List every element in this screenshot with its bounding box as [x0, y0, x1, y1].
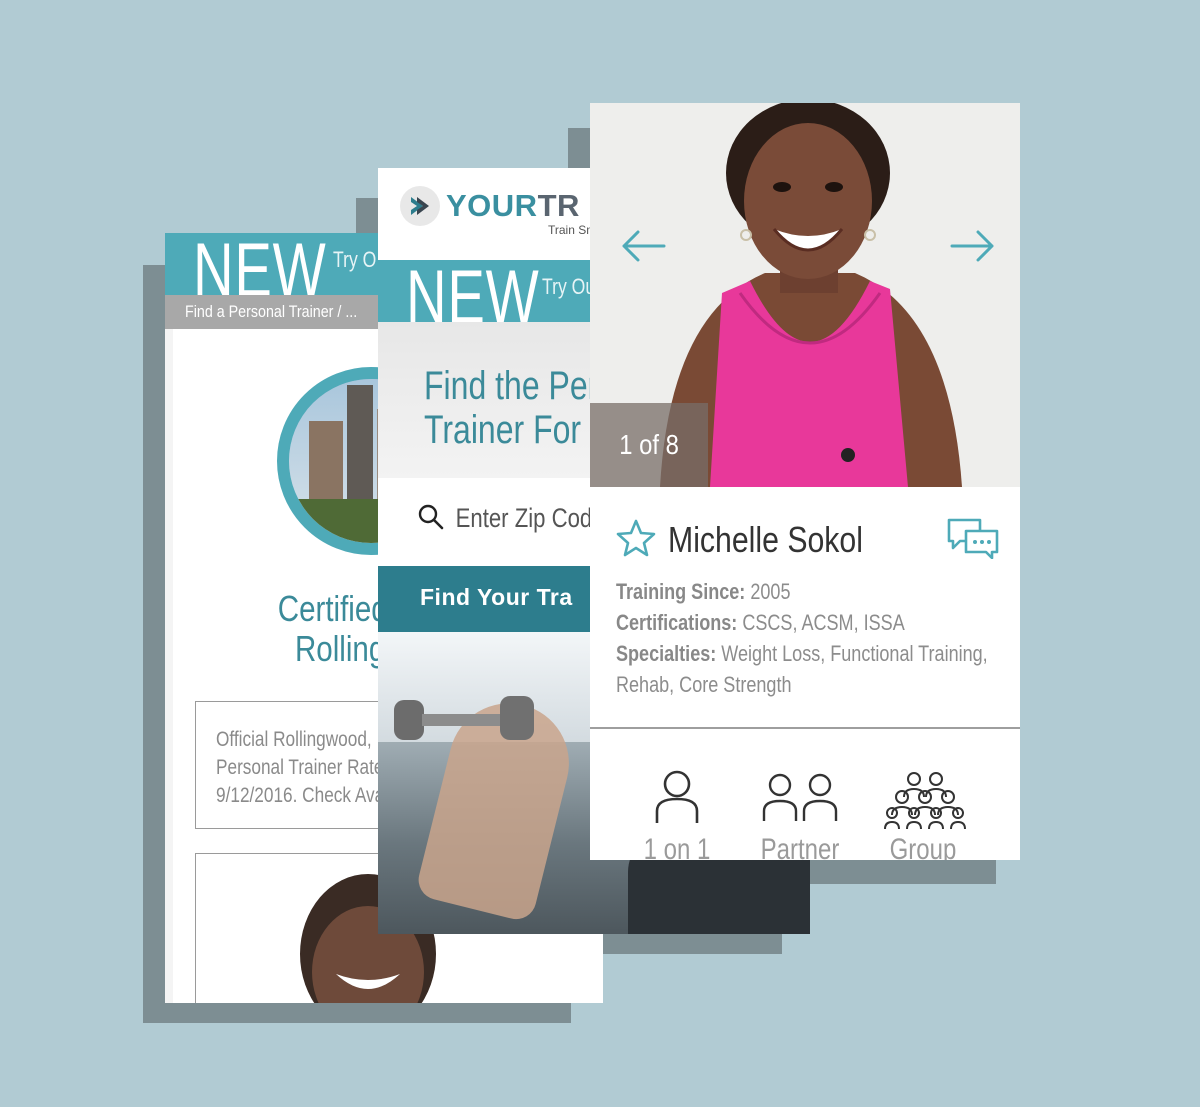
card-trainer-profile: 1 of 8 Michelle Sokol Training Since: 20… [590, 103, 1020, 860]
detail-training-since: Training Since: 2005 [616, 579, 791, 604]
message-chat-icon[interactable] [946, 517, 1000, 559]
logo-tagline: Train Sm [548, 223, 597, 237]
two-people-icon[interactable] [760, 769, 840, 825]
breadcrumb-text: Find a Personal Trainer / ... [185, 302, 358, 321]
photo-counter: 1 of 8 [590, 403, 708, 487]
next-arrow-icon[interactable] [950, 229, 996, 263]
banner-try-label: Try Ou [542, 274, 596, 299]
group-people-icon[interactable] [884, 771, 966, 831]
trainer-name: Michelle Sokol [668, 519, 863, 560]
trainer-photo-carousel[interactable]: 1 of 8 [590, 103, 1020, 487]
session-type-1on1-label[interactable]: 1 on 1 [629, 833, 725, 860]
hero-title: Find the Per Trainer For Y [424, 364, 611, 452]
banner-try-label: Try O [333, 247, 377, 272]
site-logo[interactable]: YOURTR [446, 188, 580, 224]
section-divider [590, 727, 1020, 729]
previous-arrow-icon[interactable] [620, 229, 666, 263]
search-icon [418, 504, 444, 530]
detail-specialties: Specialties: Weight Loss, Functional Tra… [616, 641, 988, 666]
detail-certifications: Certifications: CSCS, ACSM, ISSA [616, 610, 905, 635]
session-type-partner-label[interactable]: Partner [752, 833, 848, 860]
single-person-icon[interactable] [654, 769, 700, 825]
logo-chevron-icon[interactable] [400, 186, 440, 226]
favorite-star-icon[interactable] [616, 519, 656, 557]
dumbbell-image [394, 696, 534, 740]
detail-specialties-continued: Rehab, Core Strength [616, 672, 792, 697]
session-type-group-label[interactable]: Group [875, 833, 971, 860]
